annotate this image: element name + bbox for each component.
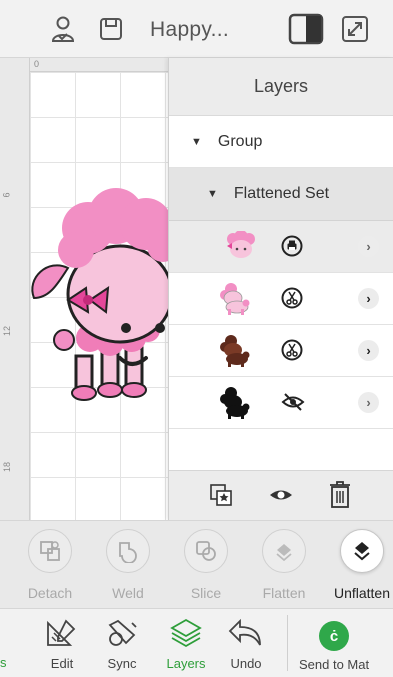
chevron-right-icon[interactable]: › [358,236,379,257]
layer-row[interactable]: › [169,221,393,273]
send-to-mat-icon: ċ [319,621,350,651]
ruler-left: 6 12 18 [0,58,30,520]
sync-icon [108,619,137,646]
nav-partial-label: s [0,655,7,670]
weld-icon [106,529,150,573]
layers-panel: Layers ▼ Group ▼ Flattened Set › › › › [168,58,393,520]
unflatten-label: Unflatten [333,585,391,601]
slice-label: Slice [190,585,222,601]
poodle-design[interactable] [28,188,170,403]
layers-title: Layers [169,58,393,116]
detach-button[interactable]: Detach [10,529,90,601]
nav-edit[interactable]: Edit [44,617,80,671]
flatten-icon [262,529,306,573]
send-to-mat-button[interactable]: ċ Send to Mat [299,621,369,672]
cut-icon[interactable] [281,339,303,361]
unflatten-icon [340,529,384,573]
group-label: Group [217,132,263,150]
visibility-icon[interactable] [269,486,293,504]
layer-row[interactable]: › [169,377,393,429]
cut-icon[interactable] [281,287,303,309]
account-icon[interactable] [48,14,78,44]
nav-partial-item[interactable]: s [0,653,7,670]
layer-row[interactable]: › [169,325,393,377]
brown-poodle-thumb [220,335,250,367]
nav-layers-label: Layers [166,656,206,671]
flattened-set-row[interactable]: ▼ Flattened Set [169,168,393,221]
edit-icon [47,619,76,646]
weld-label: Weld [112,585,144,601]
slice-icon [184,529,228,573]
weld-button[interactable]: Weld [88,529,168,601]
flatten-label: Flatten [262,585,306,601]
pink-poodle-face-thumb [227,231,255,258]
delete-icon[interactable] [329,481,351,509]
layers-footer [169,470,393,520]
unflatten-button[interactable]: Unflatten [322,529,393,601]
nav-layers[interactable]: Layers [166,617,206,671]
nav-undo-label: Undo [230,656,262,671]
nav-sync-label: Sync [107,656,137,671]
chevron-right-icon[interactable]: › [358,288,379,309]
detach-label: Detach [27,585,73,601]
save-icon[interactable] [96,14,126,44]
send-to-mat-label: Send to Mat [299,657,370,672]
app-root: Happy... 0 6 12 18 Layers ▼ Group ▼ Flat… [0,0,393,677]
ruler-label-18: 18 [2,461,13,473]
black-poodle-thumb [220,387,250,419]
nav-undo[interactable]: Undo [226,617,266,671]
ruler-label-12: 12 [2,325,13,337]
hidden-icon[interactable] [281,391,305,413]
print-icon[interactable] [281,235,303,257]
flatten-button[interactable]: Flatten [244,529,324,601]
chevron-right-icon[interactable]: › [358,340,379,361]
layer-group-row[interactable]: ▼ Group [169,116,393,168]
design-canvas[interactable]: 0 6 12 18 [0,58,170,520]
project-title[interactable]: Happy... [150,18,229,42]
flattened-set-label: Flattened Set [233,185,330,202]
nav-divider [287,615,288,671]
bottom-nav: s Edit Sync Layers Undo ċ Send to Mat [0,608,393,677]
fullscreen-icon[interactable] [340,14,370,44]
action-bar: Detach Weld Slice Flatten Unflatten [0,520,393,608]
layers-icon [170,618,202,648]
chevron-right-icon[interactable]: › [358,392,379,413]
nav-edit-label: Edit [50,656,74,671]
top-bar: Happy... [0,0,393,58]
ruler-label-0: 0 [34,59,40,69]
collapse-triangle-icon[interactable]: ▼ [191,136,202,148]
detach-icon [28,529,72,573]
attach-icon[interactable] [209,483,233,507]
ruler-label-6: 6 [1,192,12,198]
split-view-icon[interactable] [288,13,324,45]
slice-button[interactable]: Slice [166,529,246,601]
undo-icon [228,618,261,646]
collapse-triangle-icon[interactable]: ▼ [207,188,218,200]
layer-row[interactable]: › [169,273,393,325]
pink-poodle-thumb [220,283,250,315]
nav-sync[interactable]: Sync [104,617,140,671]
